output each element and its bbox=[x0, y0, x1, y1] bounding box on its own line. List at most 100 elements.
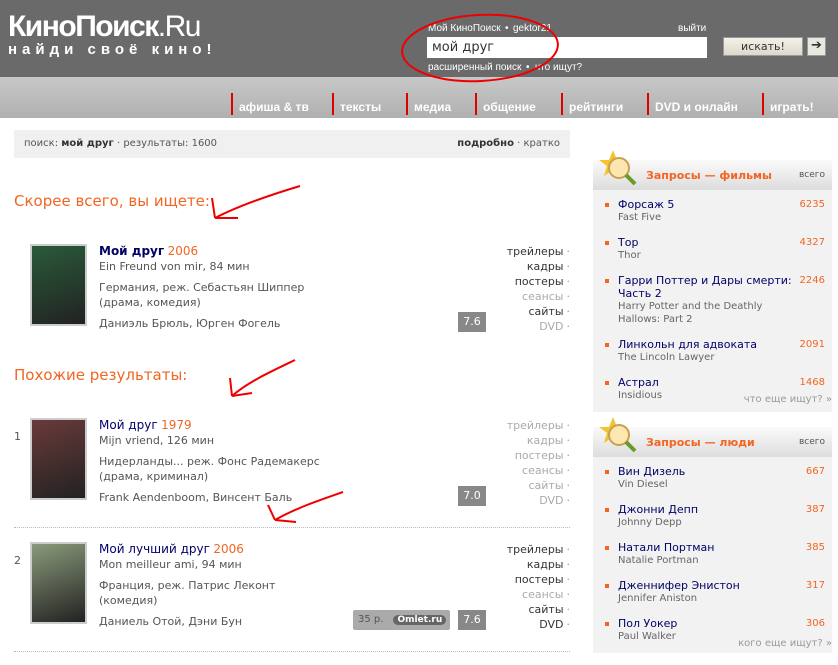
search-button[interactable]: искать! bbox=[723, 37, 803, 56]
similar-heading: Похожие результаты: bbox=[14, 366, 188, 384]
star-magnifier-icon bbox=[599, 150, 637, 186]
header: КиноПоиск.Ru найди своё кино! Мой КиноПо… bbox=[0, 0, 838, 77]
nav-item[interactable]: афиша & тв bbox=[231, 93, 309, 115]
view-detailed[interactable]: подробно bbox=[457, 138, 514, 149]
film-original-title: Mon meilleur ami, 94 мин bbox=[99, 558, 242, 571]
result-number: 2 bbox=[14, 554, 21, 567]
film-result: 1 Мой друг 1979 Mijn vriend, 126 мин Нид… bbox=[14, 418, 570, 528]
film-title-link[interactable]: Мой лучший друг bbox=[99, 542, 210, 556]
my-kinopoisk-link[interactable]: Мой КиноПоиск bbox=[428, 23, 501, 34]
film-link-disabled: сеансы bbox=[522, 464, 564, 477]
film-link-1[interactable]: кадры bbox=[527, 558, 564, 571]
arrow-right-icon[interactable]: ➔ bbox=[807, 37, 826, 56]
film-poster[interactable] bbox=[30, 244, 87, 326]
rating-badge: 7.6 bbox=[458, 312, 486, 332]
film-poster[interactable] bbox=[30, 418, 87, 500]
list-item: Гарри Поттер и Дары смерти: Часть 2 Harry… bbox=[593, 270, 832, 334]
more-films-link[interactable]: что еще ищут? » bbox=[744, 394, 832, 405]
divider bbox=[14, 527, 570, 528]
query-count: 1468 bbox=[799, 377, 825, 388]
film-link-0[interactable]: трейлеры bbox=[507, 543, 564, 556]
query-link[interactable]: Линкольн для адвоката bbox=[618, 338, 757, 351]
query-link[interactable]: Астрал bbox=[618, 376, 659, 389]
people-queries-panel: Запросы — люди всего Вин Дизель Vin Diesel 6… bbox=[593, 417, 832, 653]
query-link[interactable]: Гарри Поттер и Дары смерти: Часть 2 bbox=[618, 274, 792, 300]
film-cast: Даниель Отой, Дэни Бун bbox=[99, 615, 243, 628]
view-brief-link[interactable]: кратко bbox=[524, 138, 561, 149]
film-original-title: Mijn vriend, 126 мин bbox=[99, 434, 215, 447]
query-link[interactable]: Дженнифер Энистон bbox=[618, 579, 740, 592]
query-count: 387 bbox=[805, 504, 825, 515]
query-count: 4327 bbox=[799, 237, 825, 248]
film-link-2[interactable]: постеры bbox=[515, 275, 564, 288]
film-link-disabled: сеансы bbox=[522, 290, 564, 303]
film-link-4[interactable]: сайты bbox=[528, 603, 563, 616]
film-cast: Даниэль Брюль, Юрген Фогель bbox=[99, 317, 281, 330]
film-link-4[interactable]: сайты bbox=[528, 305, 563, 318]
results-count: 1600 bbox=[191, 138, 218, 149]
film-link-disabled: кадры bbox=[526, 434, 564, 447]
film-result: 2 Мой лучший друг 2006 Mon meilleur ami,… bbox=[14, 542, 570, 652]
panel-title: Запросы — люди bbox=[646, 436, 755, 449]
query-count: 2246 bbox=[799, 275, 825, 286]
buy-omlet-button[interactable]: 35 р. Omlet.ru bbox=[353, 610, 450, 630]
nav-item[interactable]: тексты bbox=[332, 93, 381, 115]
query-count: 2091 bbox=[799, 339, 825, 350]
film-year: 2006 bbox=[213, 542, 244, 556]
film-country-director: Франция, реж. Патрис Леконт bbox=[99, 579, 276, 592]
rating-badge: 7.0 bbox=[458, 486, 486, 506]
list-item: Джонни Депп Johnny Depp 387 bbox=[593, 499, 832, 537]
query-count: 385 bbox=[805, 542, 825, 553]
logo[interactable]: КиноПоиск.Ru найди своё кино! bbox=[8, 12, 217, 58]
film-year: 2006 bbox=[167, 244, 199, 258]
film-result: Мой друг 2006 Ein Freund von mir, 84 мин… bbox=[14, 244, 570, 354]
nav-item[interactable]: медиа bbox=[406, 93, 451, 115]
film-link-disabled: постеры bbox=[514, 449, 564, 462]
whats-searched-link[interactable]: что ищут? bbox=[535, 62, 582, 73]
film-links: трейлеры · кадры · постеры · сеансы · сайты · DVD · bbox=[506, 419, 570, 507]
film-link-1[interactable]: кадры bbox=[527, 260, 564, 273]
query-link[interactable]: Вин Дизель bbox=[618, 465, 685, 478]
film-poster[interactable] bbox=[30, 542, 87, 624]
film-link-disabled: сайты bbox=[528, 479, 564, 492]
film-link-disabled: сеансы bbox=[522, 588, 564, 601]
username-link[interactable]: gektor21 bbox=[513, 23, 552, 34]
nav-item[interactable]: рейтинги bbox=[561, 93, 623, 115]
film-links: трейлеры · кадры · постеры · сеансы · сайты · DVD · bbox=[506, 543, 570, 631]
query-link[interactable]: Пол Уокер bbox=[618, 617, 677, 630]
nav-item[interactable]: общение bbox=[475, 93, 536, 115]
panel-title: Запросы — фильмы bbox=[646, 169, 772, 182]
query-count: 667 bbox=[805, 466, 825, 477]
film-link-2[interactable]: постеры bbox=[515, 573, 564, 586]
list-item: Тор Thor 4327 bbox=[593, 232, 832, 270]
film-year: 1979 bbox=[161, 418, 192, 432]
list-item: Натали Портман Natalie Portman 385 bbox=[593, 537, 832, 575]
star-magnifier-icon bbox=[599, 417, 637, 453]
film-link-5[interactable]: DVD bbox=[539, 618, 563, 631]
film-country-director: Германия, реж. Себастьян Шиппер bbox=[99, 281, 305, 294]
divider bbox=[14, 651, 570, 652]
list-item: Вин Дизель Vin Diesel 667 bbox=[593, 461, 832, 499]
query-count: 317 bbox=[805, 580, 825, 591]
films-queries-panel: Запросы — фильмы всего Форсаж 5 Fast Five 62… bbox=[593, 150, 832, 412]
nav-item[interactable]: DVD и онлайн bbox=[647, 93, 738, 115]
tagline: найди своё кино! bbox=[8, 41, 217, 58]
list-item: Форсаж 5 Fast Five 6235 bbox=[593, 194, 832, 232]
query-link[interactable]: Натали Портман bbox=[618, 541, 714, 554]
more-people-link[interactable]: кого еще ищут? » bbox=[738, 638, 832, 649]
query-link[interactable]: Тор bbox=[618, 236, 638, 249]
film-title-link[interactable]: Мой друг bbox=[99, 244, 164, 258]
film-genre: (комедия) bbox=[99, 594, 158, 607]
logout-link[interactable]: выйти bbox=[678, 23, 706, 34]
likely-heading: Скорее всего, вы ищете: bbox=[14, 192, 210, 210]
nav-item[interactable]: играть! bbox=[762, 93, 814, 115]
film-link-0[interactable]: трейлеры bbox=[507, 245, 564, 258]
search-input[interactable] bbox=[427, 37, 707, 58]
film-title-link[interactable]: Мой друг bbox=[99, 418, 158, 432]
main-nav: афиша & тв тексты медиа общение рейтинги DVD … bbox=[0, 77, 838, 118]
advanced-search-link[interactable]: расширенный поиск bbox=[428, 62, 521, 73]
query-link[interactable]: Форсаж 5 bbox=[618, 198, 674, 211]
film-link-disabled: DVD bbox=[539, 494, 564, 507]
film-genre: (драма, криминал) bbox=[99, 470, 209, 483]
query-link[interactable]: Джонни Депп bbox=[618, 503, 698, 516]
